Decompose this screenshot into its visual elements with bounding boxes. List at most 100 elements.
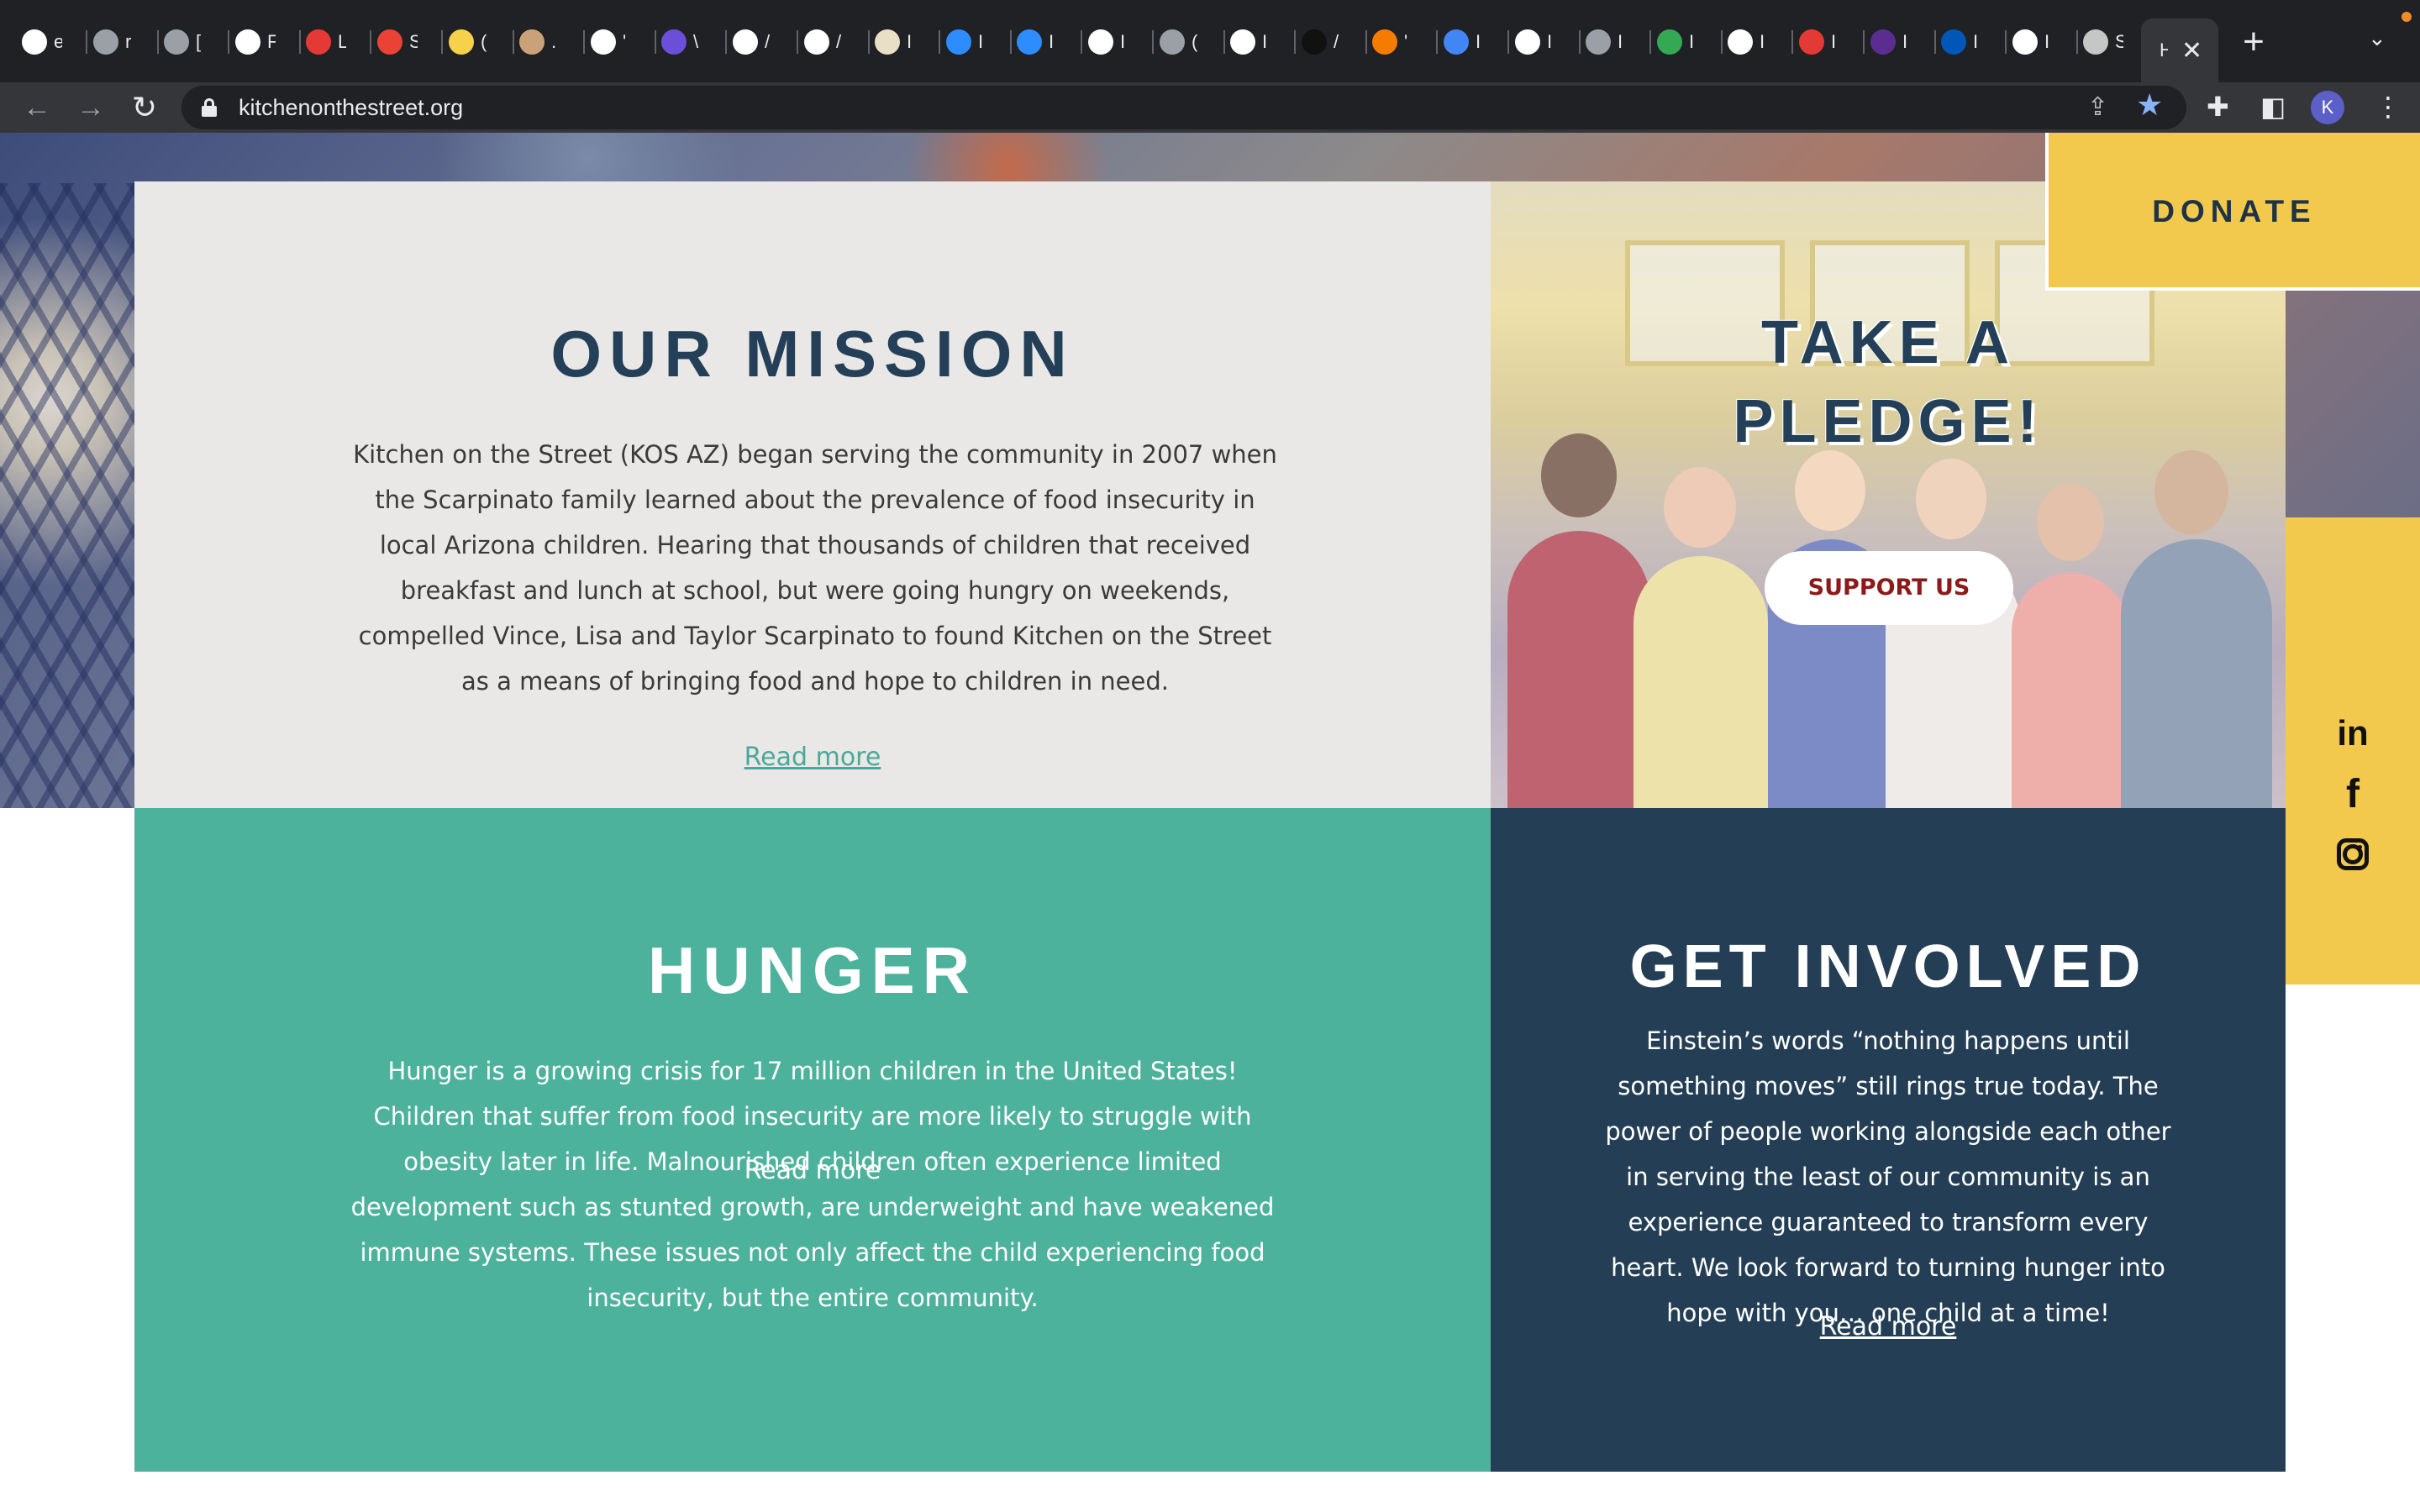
tab-item[interactable]: ( [1160, 18, 1225, 66]
tab-item[interactable]: I [1088, 18, 1154, 66]
chrome-icon [1515, 29, 1540, 55]
instagram-icon[interactable] [2332, 833, 2374, 875]
tab-separator [1223, 30, 1225, 54]
extensions-icon[interactable]: ✚ [2207, 91, 2229, 123]
github-icon [1088, 29, 1113, 55]
tab-separator [1721, 30, 1723, 54]
menu-icon[interactable]: ⋮ [2375, 91, 2402, 123]
tab-item[interactable]: \ [661, 18, 727, 66]
tab-item[interactable]: I [1586, 18, 1651, 66]
dog-icon [519, 29, 544, 55]
tab-separator [370, 30, 371, 54]
zoom-icon [946, 29, 971, 55]
tab-item[interactable]: I [2012, 18, 2078, 66]
tab-separator [157, 30, 159, 54]
tab-item[interactable]: I [1017, 18, 1082, 66]
miro-icon [449, 29, 474, 55]
web-page: OUR MISSION Kitchen on the Street (KOS A… [0, 133, 2420, 1512]
bookmark-star-icon[interactable]: ★ [2136, 87, 2163, 123]
tab-item[interactable]: . [519, 18, 585, 66]
hunger-title: HUNGER [647, 933, 977, 1007]
address-bar[interactable]: kitchenonthestreet.org ⇪ ★ [182, 86, 2186, 129]
tab-item[interactable]: [ [164, 18, 229, 66]
mission-body: Kitchen on the Street (KOS AZ) began ser… [353, 440, 1277, 696]
get-involved-body: Einstein’s words “nothing happens until … [1605, 1026, 2171, 1327]
tab-separator [1436, 30, 1438, 54]
tab-separator [797, 30, 798, 54]
linkedin-icon[interactable]: in [2332, 712, 2374, 754]
tab-item[interactable]: / [1302, 18, 1367, 66]
tab-item[interactable]: I [1444, 18, 1509, 66]
github-icon [235, 29, 260, 55]
tab-separator [1507, 30, 1509, 54]
browser-toolbar: ← → ↻ kitchenonthestreet.org ⇪ ★ ✚ ◧ K ⋮ [0, 82, 2420, 133]
gmail-icon [377, 29, 402, 55]
tab-separator [299, 30, 301, 54]
tab-title: I [1120, 31, 1126, 52]
side-panel-icon[interactable]: ◧ [2260, 91, 2286, 123]
tab-item[interactable]: I [1870, 18, 1936, 66]
social-bar: in f [2286, 517, 2420, 984]
tab-item[interactable]: / [804, 18, 870, 66]
mission-read-more-link[interactable]: Read more [134, 743, 1491, 772]
tab-item[interactable]: I [1515, 18, 1581, 66]
tab-item[interactable]: I [1799, 18, 1865, 66]
tab-item[interactable]: S [377, 18, 443, 66]
tab-separator [1010, 30, 1012, 54]
share-icon[interactable]: ⇪ [2087, 92, 2108, 122]
tab-title: I [1049, 31, 1055, 52]
tab-item[interactable]: / [733, 18, 798, 66]
tab-item[interactable]: ( [449, 18, 514, 66]
tab-title: F [267, 31, 276, 52]
tab-item[interactable]: I [1230, 18, 1296, 66]
wordpress-icon [2083, 29, 2108, 55]
new-tab-button[interactable]: + [2235, 24, 2272, 60]
tab-separator [583, 30, 585, 54]
tab-title: I [1831, 31, 1837, 52]
hero-background-lattice [0, 183, 134, 808]
pledge-title: TAKE A PLEDGE! [1733, 309, 2044, 455]
globe-icon [93, 29, 118, 55]
tab-item[interactable]: I [946, 18, 1012, 66]
reload-icon[interactable]: ↻ [124, 87, 165, 128]
back-icon[interactable]: ← [17, 87, 57, 128]
tab-search-icon[interactable]: ⌄ [2368, 25, 2386, 51]
facebook-icon[interactable]: f [2332, 772, 2374, 816]
tab-item[interactable]: F [235, 18, 301, 66]
get-involved-read-more-link[interactable]: Read more [1491, 1312, 2286, 1341]
tab-item[interactable]: I [1941, 18, 2007, 66]
forward-icon[interactable]: → [71, 87, 111, 128]
tab-item[interactable]: ' [591, 18, 656, 66]
url-text[interactable]: kitchenonthestreet.org [239, 95, 463, 121]
close-tab-icon[interactable]: ✕ [2181, 36, 2202, 66]
circle-icon [1799, 29, 1824, 55]
tab-separator [1081, 30, 1082, 54]
tab-active[interactable]: H ✕ [2141, 18, 2218, 82]
asterisk-icon [306, 29, 331, 55]
globe-icon [164, 29, 189, 55]
donate-button[interactable]: DONATE [2045, 133, 2420, 291]
tab-title: ' [623, 31, 627, 52]
tab-item[interactable]: e [22, 18, 87, 66]
tab-item[interactable]: ' [1372, 18, 1438, 66]
tab-separator [1649, 30, 1651, 54]
tab-item[interactable]: I [1657, 18, 1723, 66]
tab-separator [1863, 30, 1865, 54]
amazon-icon [804, 29, 829, 55]
tab-title: \ [693, 31, 699, 52]
profile-avatar[interactable]: K [2311, 91, 2344, 124]
amazon-icon [733, 29, 758, 55]
recording-indicator [2402, 12, 2412, 22]
tab-item[interactable]: I [1728, 18, 1793, 66]
zoom-icon [1017, 29, 1042, 55]
tab-item[interactable]: L [306, 18, 371, 66]
tab-item[interactable]: S [2083, 18, 2149, 66]
tab-title: r [125, 31, 132, 52]
tab-item[interactable]: r [93, 18, 159, 66]
tab-separator [725, 30, 727, 54]
hunger-read-more-link[interactable]: Read more [134, 1156, 1491, 1185]
lock-icon[interactable] [202, 98, 217, 117]
tab-item[interactable]: I [875, 18, 940, 66]
tab-title: I [907, 31, 913, 52]
support-us-button[interactable]: SUPPORT US [1765, 551, 2013, 625]
